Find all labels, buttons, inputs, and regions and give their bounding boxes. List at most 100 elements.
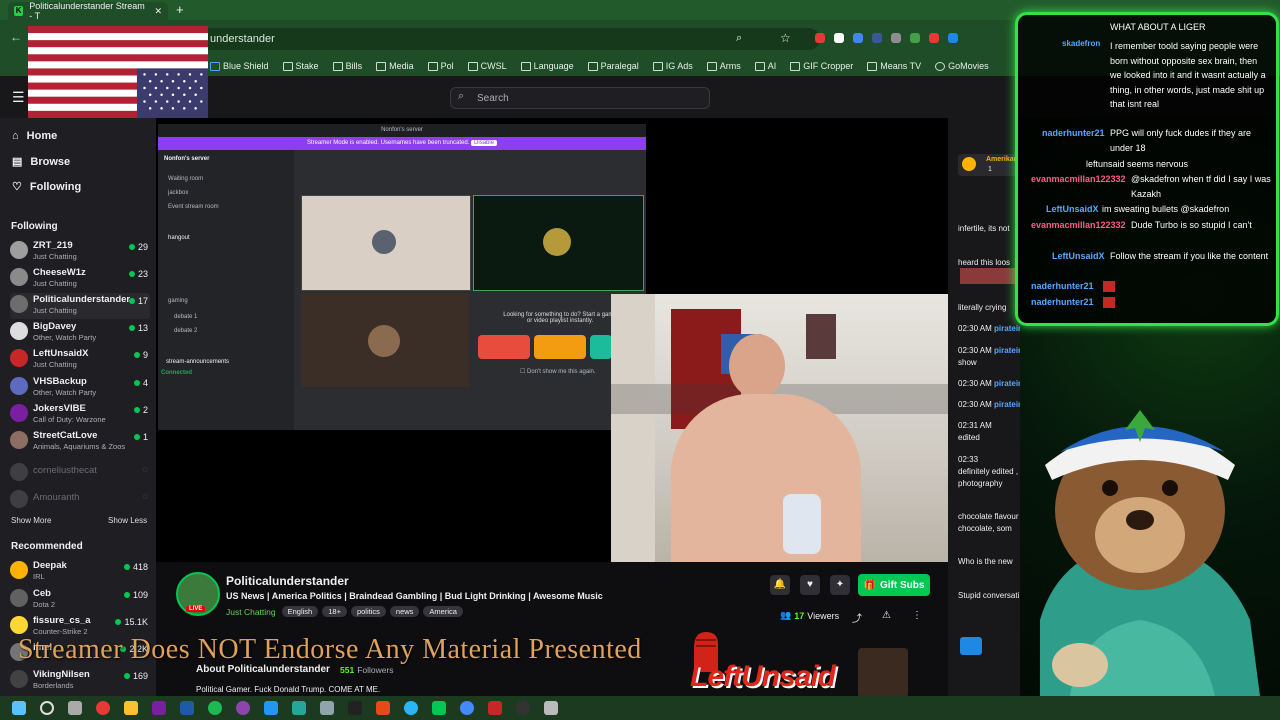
gift-subs-button[interactable]: 🎁 Gift Subs xyxy=(858,574,930,596)
followed-channel[interactable]: BigDavey Other, Watch Party 13 xyxy=(10,320,150,346)
bookmark-media[interactable]: Media xyxy=(376,61,414,71)
star-icon[interactable]: ☆ xyxy=(780,31,791,45)
chat-send-icon[interactable] xyxy=(960,637,982,655)
app-icon[interactable] xyxy=(432,701,446,715)
chat-username[interactable]: LeftUnsaidX xyxy=(1052,249,1105,264)
bookmark-ai[interactable]: AI xyxy=(754,61,776,71)
file-explorer-icon[interactable] xyxy=(124,701,138,715)
followed-channel[interactable]: JokersVIBE Call of Duty: Warzone 2 xyxy=(10,402,150,428)
discord-channel[interactable]: debate 1 xyxy=(174,314,197,320)
discord-channel-active[interactable]: hangout xyxy=(168,235,190,241)
discord-channel[interactable]: gaming xyxy=(168,298,188,304)
spotify-icon[interactable] xyxy=(208,701,222,715)
windows-start-icon[interactable] xyxy=(12,701,26,715)
app-icon[interactable] xyxy=(320,701,334,715)
followed-channel[interactable]: VHSBackup Other, Watch Party 4 xyxy=(10,375,150,401)
chat-username[interactable]: LeftUnsaidX xyxy=(1046,202,1099,217)
avatar xyxy=(10,404,28,422)
nav-following[interactable]: ♡ Following xyxy=(12,180,81,194)
bookmark-language[interactable]: Language xyxy=(520,61,574,71)
bookmark-gif-cropper[interactable]: GIF Cropper xyxy=(790,61,853,71)
followed-channel[interactable]: LeftUnsaidX Just Chatting 9 xyxy=(10,347,150,373)
discord-channel[interactable]: Event stream room xyxy=(168,204,219,210)
heart-follow-icon[interactable]: ♥ xyxy=(800,575,820,595)
obs-icon[interactable] xyxy=(516,701,530,715)
recommended-channel[interactable]: Deepak IRL 418 xyxy=(10,559,150,585)
chat-username[interactable]: evanmacmillan122332 xyxy=(1031,218,1126,233)
bookmark-blue-shield[interactable]: Blue Shield xyxy=(210,61,269,71)
extension-icons[interactable] xyxy=(815,33,958,43)
activity-thumbnail[interactable] xyxy=(590,335,612,359)
offline-channel[interactable]: Amouranth ◌ xyxy=(10,488,150,514)
messenger-icon[interactable] xyxy=(460,701,474,715)
new-tab-icon[interactable]: + xyxy=(176,2,184,17)
chat-username[interactable]: naderhunter21 xyxy=(1042,126,1105,141)
telegram-icon[interactable] xyxy=(404,701,418,715)
settings-icon[interactable] xyxy=(544,701,558,715)
discord-channel[interactable]: stream-announcements xyxy=(166,359,229,365)
nav-browse[interactable]: ▤ Browse xyxy=(12,155,70,169)
onenote-icon[interactable] xyxy=(152,701,166,715)
more-icon[interactable]: ⋮ xyxy=(912,610,922,621)
app-icon[interactable] xyxy=(236,701,250,715)
tag[interactable]: 18+ xyxy=(322,606,347,617)
back-icon[interactable]: ← xyxy=(10,30,22,44)
tag[interactable]: English xyxy=(281,606,319,617)
zoom-icon[interactable]: ⌕ xyxy=(736,32,742,45)
bookmark-pol[interactable]: Pol xyxy=(427,61,454,71)
discord-channel[interactable]: jackbox xyxy=(168,190,188,196)
nav-home[interactable]: ⌂ Home xyxy=(12,130,57,142)
gift-badge-icon xyxy=(962,157,976,171)
recommended-channel[interactable]: VikingNilsen Borderlands 169 xyxy=(10,668,150,694)
tag[interactable]: politics xyxy=(350,606,386,617)
disable-button[interactable]: Disable xyxy=(471,140,498,146)
app-icon[interactable] xyxy=(292,701,306,715)
recommended-channel[interactable]: Ceb Dota 2 109 xyxy=(10,587,150,613)
discord-channel[interactable]: Waiting room xyxy=(168,176,203,182)
channel-name[interactable]: Politicalunderstander xyxy=(226,574,349,588)
report-icon[interactable]: ⚠ xyxy=(882,610,891,621)
search-taskbar-icon[interactable] xyxy=(40,701,54,715)
sparkle-icon[interactable]: ✦ xyxy=(830,575,850,595)
activity-thumbnail[interactable] xyxy=(534,335,586,359)
followed-channel[interactable]: CheeseW1z Just Chatting 23 xyxy=(10,266,150,292)
discord-channel[interactable]: debate 2 xyxy=(174,328,197,334)
bell-icon[interactable]: 🔔 xyxy=(770,575,790,595)
chat-username[interactable]: skadefron xyxy=(1062,37,1100,52)
word-icon[interactable] xyxy=(180,701,194,715)
browser-tab[interactable]: K Politicalunderstander Stream - T ✕ xyxy=(8,1,168,21)
search-input[interactable]: Search xyxy=(450,87,710,109)
offline-channel[interactable]: corneliusthecat ◌ xyxy=(10,461,150,487)
bookmark-arms[interactable]: Arms xyxy=(706,61,741,71)
bookmark-gomovies[interactable]: GoMovies xyxy=(935,61,989,71)
tag[interactable]: America xyxy=(423,606,463,617)
bookmark-ig-ads[interactable]: IG Ads xyxy=(652,61,693,71)
bookmark-cwsl[interactable]: CWSL xyxy=(467,61,507,71)
show-less-link[interactable]: Show Less xyxy=(108,516,147,525)
chat-username[interactable]: evanmacmillan122332 xyxy=(1031,172,1126,187)
followed-channel-active[interactable]: Politicalunderstander Just Chatting 17 xyxy=(10,293,150,319)
bookmark-bills[interactable]: Bills xyxy=(332,61,362,71)
pinned-amerikan[interactable]: Amerikan 1 xyxy=(958,154,1020,176)
app-icon[interactable] xyxy=(264,701,278,715)
app-icon[interactable] xyxy=(376,701,390,715)
app-icon[interactable] xyxy=(488,701,502,715)
epic-games-icon[interactable] xyxy=(348,701,362,715)
followed-channel[interactable]: StreetCatLove Animals, Aquariums & Zoos 1 xyxy=(10,429,150,455)
tag[interactable]: news xyxy=(389,606,420,617)
chat-username[interactable]: naderhunter21 xyxy=(1031,279,1094,294)
bookmark-paralegal[interactable]: Paralegal xyxy=(587,61,639,71)
stream-category[interactable]: Just Chatting xyxy=(226,607,276,617)
show-more-link[interactable]: Show More xyxy=(11,516,51,525)
dont-show-checkbox[interactable]: ☐ Don't show me this again. xyxy=(520,368,596,375)
chat-username[interactable]: naderhunter21 xyxy=(1031,295,1094,310)
task-view-icon[interactable] xyxy=(68,701,82,715)
followed-channel[interactable]: ZRT_219 Just Chatting 29 xyxy=(10,239,150,265)
share-icon[interactable]: ⤴ xyxy=(852,610,862,625)
bookmark-means-tv[interactable]: Means TV xyxy=(867,61,921,71)
close-tab-icon[interactable]: ✕ xyxy=(154,6,162,17)
chrome-icon[interactable] xyxy=(96,701,110,715)
activity-thumbnail[interactable] xyxy=(478,335,530,359)
menu-icon[interactable]: ☰ xyxy=(12,89,25,106)
bookmark-stake[interactable]: Stake xyxy=(282,61,319,71)
